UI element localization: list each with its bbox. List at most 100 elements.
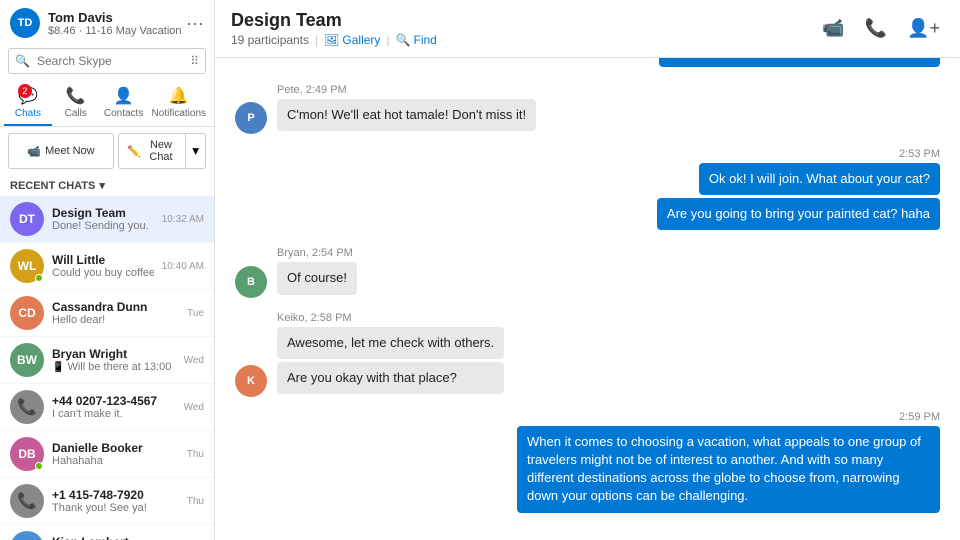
message-bubble: C'mon! We'll eat hot tamale! Don't miss … bbox=[277, 99, 536, 131]
message-bubble: When it comes to choosing a vacation, wh… bbox=[517, 426, 940, 513]
audio-call-button[interactable]: 📞 bbox=[861, 14, 891, 43]
message-meta: Bryan, 2:54 PM bbox=[277, 247, 357, 259]
recent-chats-header[interactable]: RECENT CHATS ▾ bbox=[0, 175, 214, 196]
chat-avatar: BW bbox=[10, 343, 44, 377]
message-time: 2:53 PM bbox=[899, 148, 940, 160]
chat-list-item[interactable]: DB Danielle Booker Hahahaha Thu bbox=[0, 431, 214, 478]
chat-preview: Hello dear! bbox=[52, 314, 179, 326]
chat-header-actions: 📹 📞 👤+ bbox=[818, 14, 944, 43]
chat-time: 10:40 AM bbox=[162, 261, 204, 272]
message-meta: Pete, 2:49 PM bbox=[277, 84, 536, 96]
new-chat-dropdown[interactable]: ▾ bbox=[186, 133, 206, 169]
chat-content: Danielle Booker Hahahaha bbox=[52, 441, 179, 467]
chat-avatar: 📞 bbox=[10, 484, 44, 518]
tab-contacts[interactable]: 👤 Contacts bbox=[100, 80, 148, 126]
search-bar: 🔍 ⠿ bbox=[8, 48, 206, 74]
message-content: 2:49 PMI don't know yet I have to check … bbox=[659, 58, 940, 70]
message-group: P Pete, 2:49 PMC'mon! We'll eat hot tama… bbox=[235, 84, 940, 134]
tab-calls-label: Calls bbox=[65, 108, 87, 119]
tab-notifications[interactable]: 🔔 Notifications bbox=[148, 80, 210, 126]
message-bubble: Are you going to bring your painted cat?… bbox=[657, 198, 940, 230]
message-bubble: Ok ok! I will join. What about your cat? bbox=[699, 163, 940, 195]
video-call-button[interactable]: 📹 bbox=[818, 14, 848, 43]
chat-content: Kian Lambert Will do that man! bbox=[52, 535, 179, 540]
chat-meta: 10:32 AM bbox=[162, 214, 204, 225]
user-name: Tom Davis bbox=[48, 10, 182, 25]
chat-content: Design Team Done! Sending you. bbox=[52, 206, 154, 232]
calls-icon: 📞 bbox=[66, 86, 86, 106]
online-indicator bbox=[35, 274, 43, 282]
chat-time: Tue bbox=[187, 308, 204, 319]
gallery-link[interactable]: 🖼 Gallery bbox=[324, 33, 380, 47]
meet-now-button[interactable]: 📹 Meet Now bbox=[8, 133, 114, 169]
user-status: $8.46 · 11-16 May Vacation bbox=[48, 25, 182, 37]
new-chat-wrapper: ✏️ New Chat ▾ bbox=[118, 133, 206, 169]
chat-name: Design Team bbox=[52, 206, 154, 220]
chat-name: Kian Lambert bbox=[52, 535, 179, 540]
user-avatar: TD bbox=[10, 8, 40, 38]
tab-chats-label: Chats bbox=[15, 108, 41, 119]
online-indicator bbox=[35, 462, 43, 470]
chat-list-item[interactable]: 📞 +44 0207-123-4567 I can't make it. Wed bbox=[0, 384, 214, 431]
message-group: 2:49 PMI don't know yet I have to check … bbox=[235, 58, 940, 70]
chat-list: DT Design Team Done! Sending you. 10:32 … bbox=[0, 196, 214, 540]
chat-list-item[interactable]: DT Design Team Done! Sending you. 10:32 … bbox=[0, 196, 214, 243]
messages-area[interactable]: Hello! How are you doing? K Keiko, 2:48 … bbox=[215, 58, 960, 540]
message-time: 2:59 PM bbox=[899, 411, 940, 423]
find-icon: 🔍 bbox=[396, 33, 411, 47]
search-input[interactable] bbox=[8, 48, 206, 74]
add-participant-button[interactable]: 👤+ bbox=[903, 14, 944, 43]
chat-time: 10:32 AM bbox=[162, 214, 204, 225]
chat-list-item[interactable]: KL Kian Lambert Will do that man! Thu bbox=[0, 525, 214, 540]
message-content: Pete, 2:49 PM C'mon! We'll eat hot tamale… bbox=[277, 84, 536, 134]
message-avatar: K bbox=[235, 365, 267, 397]
sidebar-header: TD Tom Davis $8.46 · 11-16 May Vacation … bbox=[0, 0, 214, 44]
grid-icon[interactable]: ⠿ bbox=[190, 54, 199, 68]
edit-icon: ✏️ bbox=[127, 145, 141, 158]
chat-time: Thu bbox=[187, 449, 204, 460]
chat-list-item[interactable]: BW Bryan Wright 📱Will be there at 13:00 … bbox=[0, 337, 214, 384]
chat-meta: Wed bbox=[184, 402, 204, 413]
chat-content: Cassandra Dunn Hello dear! bbox=[52, 300, 179, 326]
chat-avatar: DT bbox=[10, 202, 44, 236]
chat-meta: Wed bbox=[184, 355, 204, 366]
message-group: B Bryan, 2:54 PMOf course! bbox=[235, 247, 940, 297]
chat-content: +44 0207-123-4567 I can't make it. bbox=[52, 394, 176, 420]
chat-list-item[interactable]: WL Will Little Could you buy coffee for … bbox=[0, 243, 214, 290]
chat-list-item[interactable]: CD Cassandra Dunn Hello dear! Tue bbox=[0, 290, 214, 337]
message-group: K Keiko, 2:58 PMAwesome, let me check wi… bbox=[235, 312, 940, 397]
user-details: Tom Davis $8.46 · 11-16 May Vacation bbox=[48, 10, 182, 37]
chat-list-item[interactable]: 📞 +1 415-748-7920 Thank you! See ya! Thu bbox=[0, 478, 214, 525]
chat-time: Thu bbox=[187, 496, 204, 507]
message-group: 2:59 PM When it comes to choosing a vacat… bbox=[235, 411, 940, 516]
chat-content: +1 415-748-7920 Thank you! See ya! bbox=[52, 488, 179, 514]
message-group: 2:53 PM Ok ok! I will join. What about yo… bbox=[235, 148, 940, 233]
chat-content: Bryan Wright 📱Will be there at 13:00 bbox=[52, 347, 176, 373]
tab-calls[interactable]: 📞 Calls bbox=[52, 80, 100, 126]
user-info: TD Tom Davis $8.46 · 11-16 May Vacation bbox=[10, 8, 182, 38]
phone-icon: 📱 bbox=[52, 362, 64, 373]
participants-count: 19 participants bbox=[231, 33, 309, 47]
chat-meta: 10:40 AM bbox=[162, 261, 204, 272]
chat-name: Will Little bbox=[52, 253, 154, 267]
chat-avatar: DB bbox=[10, 437, 44, 471]
tab-chats[interactable]: 💬 Chats 2 bbox=[4, 80, 52, 126]
new-chat-button[interactable]: ✏️ New Chat bbox=[118, 133, 186, 169]
chats-badge: 2 bbox=[18, 84, 32, 98]
message-bubble: Are you okay with that place? bbox=[277, 362, 504, 394]
message-bubble: Awesome, let me check with others. bbox=[277, 327, 504, 359]
video-icon: 📹 bbox=[27, 145, 41, 158]
chat-header-info: Design Team 19 participants | 🖼 Gallery … bbox=[231, 10, 437, 47]
message-content: Keiko, 2:58 PMAwesome, let me check with… bbox=[277, 312, 504, 397]
more-options-icon[interactable]: ··· bbox=[186, 13, 204, 34]
find-link[interactable]: 🔍 Find bbox=[396, 33, 437, 47]
message-content: 2:59 PM When it comes to choosing a vacat… bbox=[517, 411, 940, 516]
chat-preview: I can't make it. bbox=[52, 408, 176, 420]
chat-meta: Thu bbox=[187, 496, 204, 507]
chat-name: Danielle Booker bbox=[52, 441, 179, 455]
tab-contacts-label: Contacts bbox=[104, 108, 143, 119]
chat-title: Design Team bbox=[231, 10, 437, 31]
chat-content: Will Little Could you buy coffee for me? bbox=[52, 253, 154, 279]
nav-tabs: 💬 Chats 2 📞 Calls 👤 Contacts 🔔 Notificat… bbox=[0, 80, 214, 127]
gallery-icon: 🖼 bbox=[324, 33, 339, 47]
